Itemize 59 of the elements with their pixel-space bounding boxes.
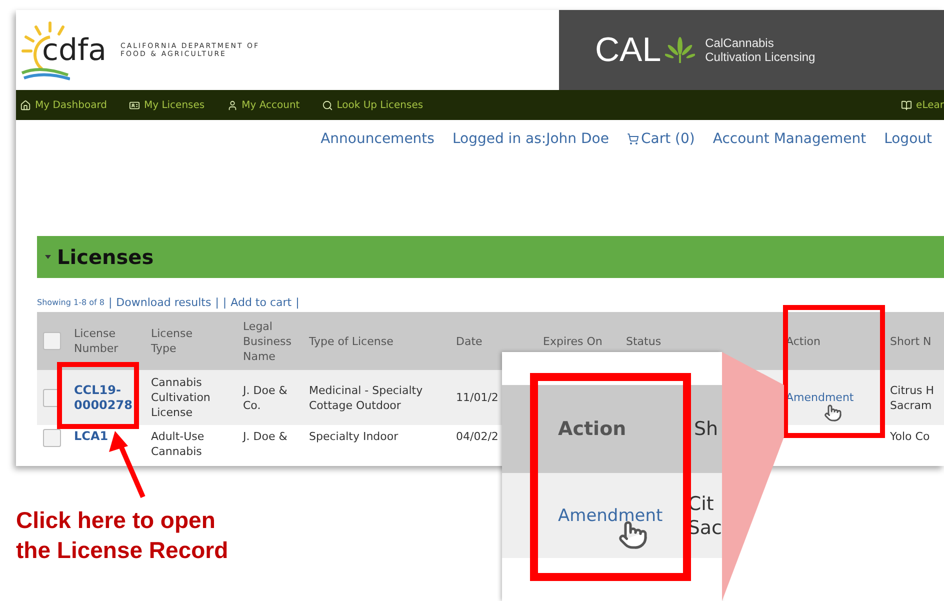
hand-cursor-icon [824, 404, 842, 422]
table-cell-text: Adult-Use Cannabis [151, 429, 206, 459]
collapse-arrow-icon [45, 255, 51, 259]
header-link[interactable]: Cart (0) [626, 131, 695, 147]
nav-link[interactable]: My Dashboard [20, 100, 107, 110]
separator: | [296, 296, 300, 308]
leaf-icon [665, 37, 696, 63]
header-link[interactable]: Logout [884, 131, 932, 147]
column-header: Status [626, 334, 662, 348]
table-cell-text: Medicinal - Specialty Cottage Outdoor [309, 382, 424, 412]
hand-cursor-icon [618, 520, 648, 550]
column-header: Expires On [543, 334, 602, 348]
table-cell: Yolo Co [890, 429, 930, 444]
table-cell-text: Citrus H Sacram [890, 382, 936, 412]
separator: | [222, 296, 227, 308]
separator: | [108, 296, 112, 308]
header-link[interactable]: Logged in as:John Doe [452, 131, 609, 147]
brand-wordmark: CAL [595, 30, 662, 70]
table-cell: 04/02/2 [456, 429, 498, 444]
column-header: Short N [890, 334, 932, 348]
instruction-note: Click here to open the License Record [16, 506, 230, 565]
results-summary: Showing 1-8 of 8 [37, 298, 104, 306]
column-header: License Number [74, 326, 120, 356]
header-link[interactable]: Announcements [320, 131, 434, 147]
results-link[interactable]: Download results [116, 296, 212, 308]
nav-link[interactable]: Look Up Licenses [322, 100, 424, 110]
column-header: Legal Business Name [243, 318, 293, 364]
row-checkbox[interactable] [43, 429, 61, 447]
license-link[interactable]: CCL19-0000278 [74, 382, 139, 412]
select-all-checkbox[interactable] [43, 332, 61, 350]
header-link[interactable]: Account Management [712, 131, 866, 147]
license-link[interactable]: LCA1 [74, 429, 108, 444]
column-header: Date [456, 334, 482, 348]
logo-wordmark: cdfa [42, 32, 106, 68]
brand-subtitle: CalCannabis Cultivation Licensing [705, 36, 816, 64]
search-icon [322, 100, 333, 110]
nav-link[interactable]: My Account [226, 100, 300, 110]
nav-link[interactable]: My Licenses [128, 100, 205, 110]
column-header: Type of License [309, 334, 394, 348]
amendment-link[interactable]: Amendment [558, 506, 663, 526]
book-icon [901, 100, 912, 110]
column-header: Action [558, 418, 626, 440]
table-cell: 11/01/2 [456, 390, 498, 405]
table-cell: Specialty Indoor [309, 429, 398, 444]
results-link[interactable]: Add to cart [230, 296, 292, 308]
user-icon [226, 100, 238, 110]
pointer-arrow [109, 431, 146, 498]
nav-link[interactable]: eLear [901, 100, 944, 110]
table-cell-text: J. Doe & Co. [243, 382, 288, 412]
column-header: Sh [694, 417, 718, 441]
column-header: License Type [151, 326, 194, 356]
table-cell: J. Doe & [243, 429, 288, 444]
home-icon [20, 100, 31, 110]
cart-icon [626, 133, 639, 145]
amendment-link[interactable]: Amendment [786, 390, 854, 405]
table-cell-text: Cannabis Cultivation License [151, 375, 212, 420]
separator: | [215, 296, 219, 308]
id-card-icon [128, 100, 140, 110]
section-title: Licenses [57, 245, 154, 269]
